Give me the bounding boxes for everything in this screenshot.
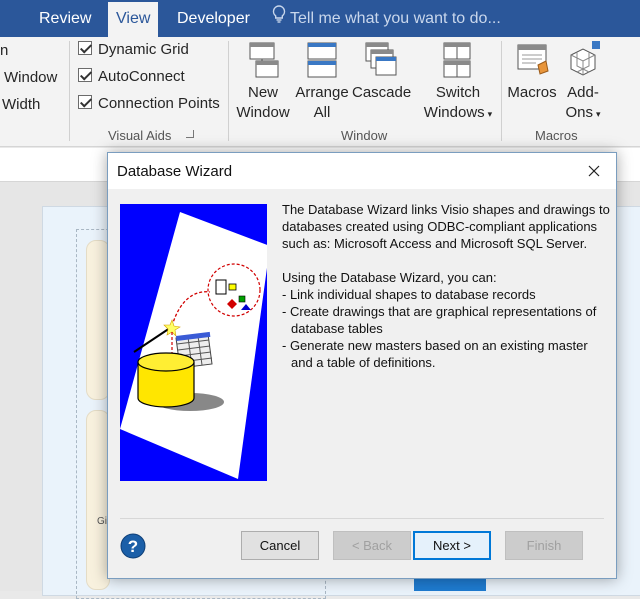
dynamic-grid-label: Dynamic Grid <box>98 41 189 58</box>
group-separator <box>69 41 70 141</box>
tab-developer[interactable]: Developer <box>169 0 258 37</box>
ribbon-tab-bar: Review View Developer Tell me what you w… <box>0 0 640 37</box>
switch-windows-label-2-row: Windows ▾ <box>420 103 496 124</box>
next-button[interactable]: Next > <box>413 531 491 560</box>
new-window-icon <box>249 42 279 78</box>
list-item: - Create drawings that are graphical rep… <box>282 304 597 336</box>
switch-windows-label-2: Windows <box>423 104 485 121</box>
help-icon: ? <box>120 533 146 559</box>
close-icon <box>588 165 600 177</box>
arrange-all-button[interactable]: Arrange All <box>292 37 352 127</box>
macros-label: Macros <box>507 84 557 101</box>
cascade-icon <box>365 42 397 76</box>
canvas-partial-text: Gi <box>97 516 107 527</box>
lightbulb-icon <box>272 0 286 37</box>
switch-windows-icon <box>443 42 471 78</box>
partial-label-2[interactable]: Window <box>4 69 57 86</box>
tell-me-text: Tell me what you want to do... <box>290 10 501 27</box>
new-window-label-2: Window <box>236 104 290 121</box>
database-wizard-illustration-icon <box>120 204 267 481</box>
list-item: - Generate new masters based on an exist… <box>282 338 588 370</box>
autoconnect-label: AutoConnect <box>98 68 185 85</box>
dropdown-arrow-icon: ▾ <box>595 109 601 119</box>
add-ons-label-1: Add- <box>567 84 599 101</box>
dialog-separator <box>120 518 604 519</box>
svg-text:?: ? <box>128 537 138 556</box>
add-ons-label-2: Ons <box>565 104 593 121</box>
capabilities-list: - Link individual shapes to database rec… <box>282 286 612 371</box>
tab-review[interactable]: Review <box>31 0 99 37</box>
partial-label-3[interactable]: Width <box>2 96 40 113</box>
help-button[interactable]: ? <box>120 533 146 559</box>
tell-me-search[interactable]: Tell me what you want to do... <box>272 0 501 37</box>
switch-windows-button[interactable]: Switch Windows ▾ <box>420 37 496 127</box>
checkbox-icon <box>78 68 92 82</box>
macros-button[interactable]: Macros <box>504 37 560 127</box>
autoconnect-check[interactable]: AutoConnect <box>78 68 185 90</box>
dynamic-grid-check[interactable]: Dynamic Grid <box>78 41 189 63</box>
description-paragraph: The Database Wizard links Visio shapes a… <box>282 202 610 251</box>
group-separator <box>501 41 502 141</box>
switch-windows-label-1: Switch <box>435 84 481 101</box>
back-button[interactable]: < Back <box>333 531 411 560</box>
dialog-title-bar[interactable]: Database Wizard <box>108 153 616 189</box>
dialog-title: Database Wizard <box>117 163 233 180</box>
close-button[interactable] <box>572 153 616 189</box>
cascade-label: Cascade <box>352 84 412 101</box>
tab-view[interactable]: View <box>108 2 159 37</box>
arrange-all-label-2: All <box>313 104 331 121</box>
arrange-all-icon <box>307 42 337 78</box>
list-item: - Link individual shapes to database rec… <box>282 287 536 302</box>
wizard-description: The Database Wizard links Visio shapes a… <box>282 201 612 371</box>
macros-icon <box>517 44 549 75</box>
connection-points-label: Connection Points <box>98 95 220 112</box>
intro-line: Using the Database Wizard, you can: <box>282 270 497 285</box>
macros-group-label: Macros <box>535 128 578 143</box>
dropdown-arrow-icon: ▾ <box>487 109 493 119</box>
partial-label-1[interactable]: n <box>0 42 8 59</box>
window-group-label: Window <box>341 128 388 143</box>
visual-aids-group-label: Visual Aids <box>108 128 172 143</box>
new-window-button[interactable]: New Window <box>234 37 292 127</box>
wizard-illustration <box>120 204 267 481</box>
group-separator <box>228 41 229 141</box>
add-ons-label-2-row: Ons ▾ <box>560 103 606 124</box>
add-ons-button[interactable]: Add- Ons ▾ <box>560 37 606 127</box>
new-window-label-1: New <box>247 84 278 101</box>
checkbox-icon <box>78 95 92 109</box>
cascade-button[interactable]: Cascade <box>352 37 412 127</box>
database-wizard-dialog: Database Wizard The Database Wizard link… <box>107 152 617 579</box>
arrange-all-label-1: Arrange <box>295 84 349 101</box>
add-ons-icon <box>570 41 600 76</box>
checkbox-icon <box>78 41 92 55</box>
dialog-launcher-icon[interactable] <box>186 130 194 138</box>
finish-button[interactable]: Finish <box>505 531 583 560</box>
cancel-button[interactable]: Cancel <box>241 531 319 560</box>
ribbon-body: n Window Width Dynamic Grid AutoConnect … <box>0 37 640 147</box>
connection-points-check[interactable]: Connection Points <box>78 95 220 117</box>
